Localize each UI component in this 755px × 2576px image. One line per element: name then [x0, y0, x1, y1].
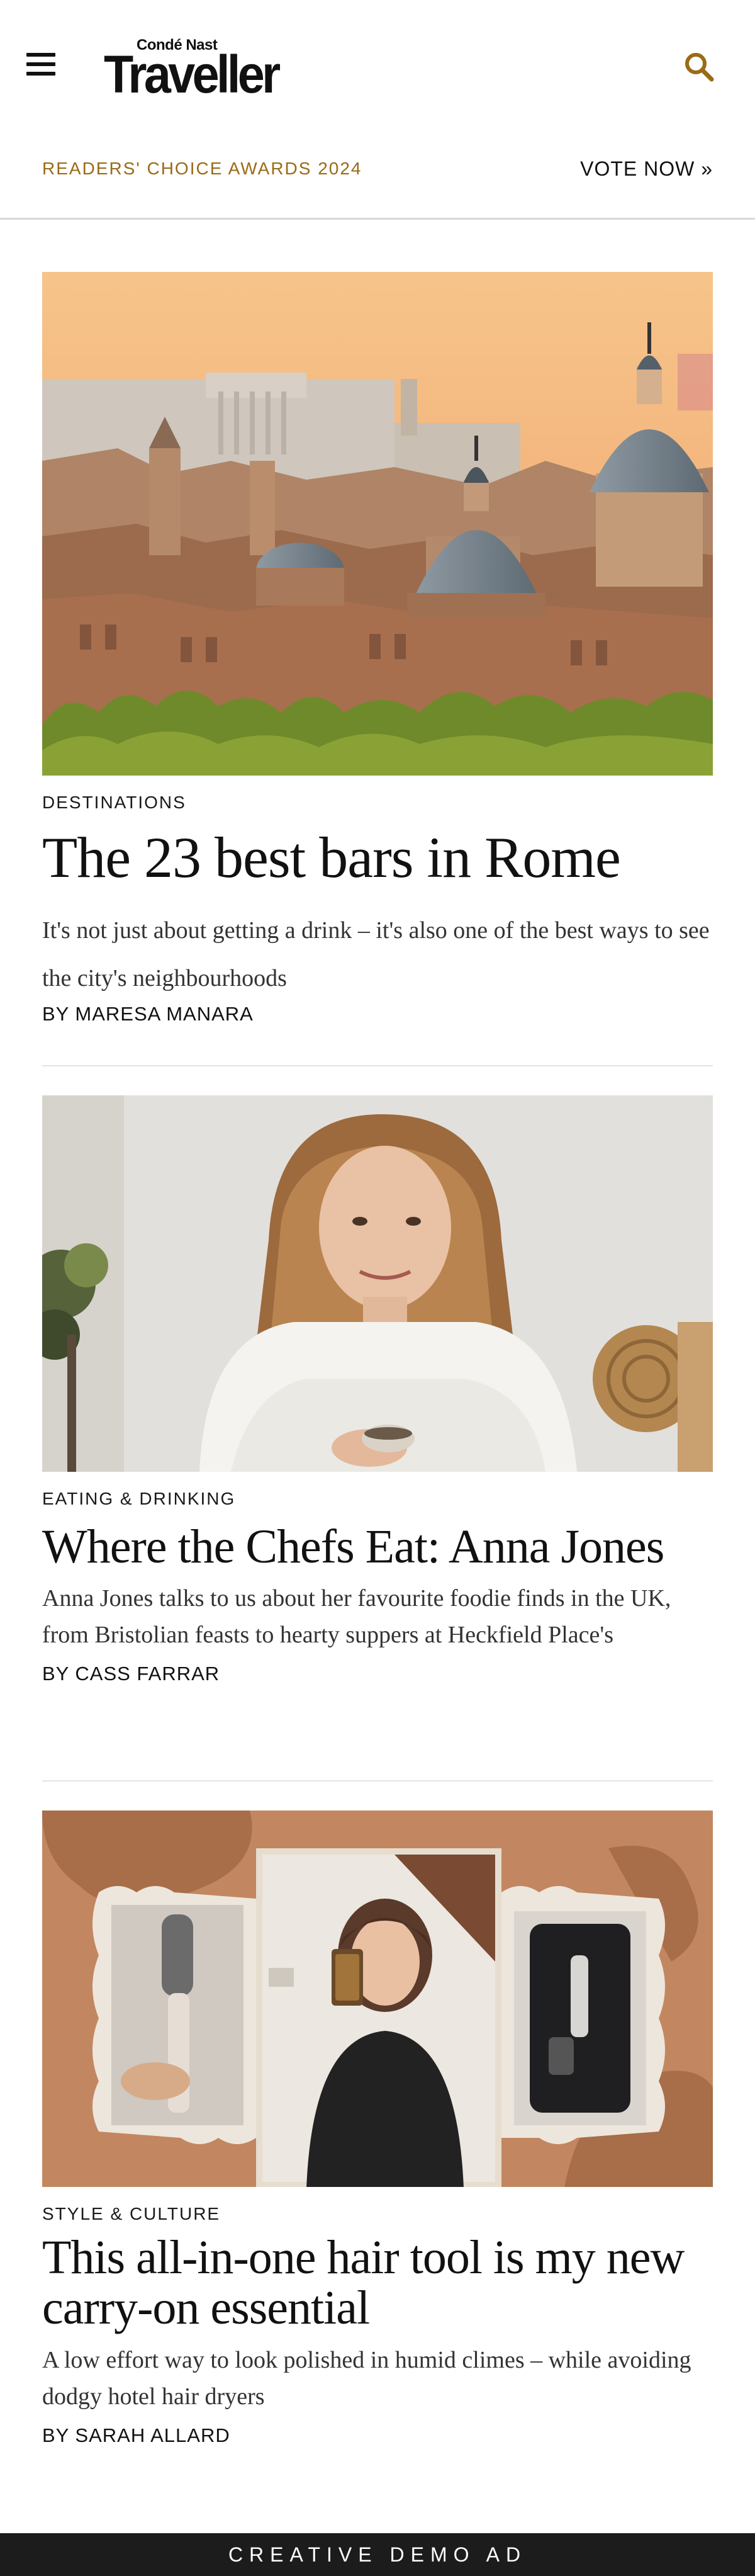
site-logo[interactable]: Condé Nast Traveller: [104, 31, 281, 104]
article-divider: [42, 1065, 713, 1066]
article-card[interactable]: DESTINATIONS The 23 best bars in Rome It…: [42, 272, 713, 1031]
article-byline[interactable]: BY MARESA MANARA: [42, 1002, 254, 1026]
article-dek: Anna Jones talks to us about her favouri…: [42, 1585, 671, 1648]
vote-now-link[interactable]: VOTE NOW »: [580, 156, 713, 181]
article-image-anna-jones[interactable]: [42, 1095, 713, 1472]
hamburger-menu-icon[interactable]: [26, 53, 57, 78]
header-divider: [0, 218, 755, 220]
article-image-rome[interactable]: [42, 272, 713, 776]
article-card[interactable]: EATING & DRINKING Where the Chefs Eat: A…: [42, 1095, 713, 1693]
article-card[interactable]: STYLE & CULTURE This all-in-one hair too…: [42, 1811, 713, 2465]
article-byline[interactable]: BY SARAH ALLARD: [42, 2424, 230, 2448]
article-dek: A low effort way to look polished in hum…: [42, 2347, 691, 2410]
search-icon[interactable]: [683, 50, 715, 83]
site-header: Condé Nast Traveller: [0, 0, 755, 132]
article-headline[interactable]: This all-in-one hair tool is my new carr…: [42, 2232, 713, 2333]
article-dek: It's not just about getting a drink – it…: [42, 917, 710, 991]
demo-ad-banner[interactable]: CREATIVE DEMO AD: [0, 2533, 755, 2576]
logo-brand-main: Traveller: [104, 45, 281, 104]
article-byline[interactable]: BY CASS FARRAR: [42, 1662, 220, 1686]
ad-label: CREATIVE DEMO AD: [228, 2543, 527, 2566]
readers-choice-promo: READERS' CHOICE AWARDS 2024 VOTE NOW »: [42, 156, 713, 181]
article-headline[interactable]: Where the Chefs Eat: Anna Jones: [42, 1518, 664, 1575]
article-image-hair-tool[interactable]: [42, 1811, 713, 2187]
article-rubric[interactable]: EATING & DRINKING: [42, 1488, 235, 1510]
article-rubric[interactable]: STYLE & CULTURE: [42, 2203, 220, 2225]
article-headline[interactable]: The 23 best bars in Rome: [42, 825, 621, 890]
article-rubric[interactable]: DESTINATIONS: [42, 792, 186, 813]
promo-text: READERS' CHOICE AWARDS 2024: [42, 159, 362, 178]
article-divider: [42, 1780, 713, 1782]
